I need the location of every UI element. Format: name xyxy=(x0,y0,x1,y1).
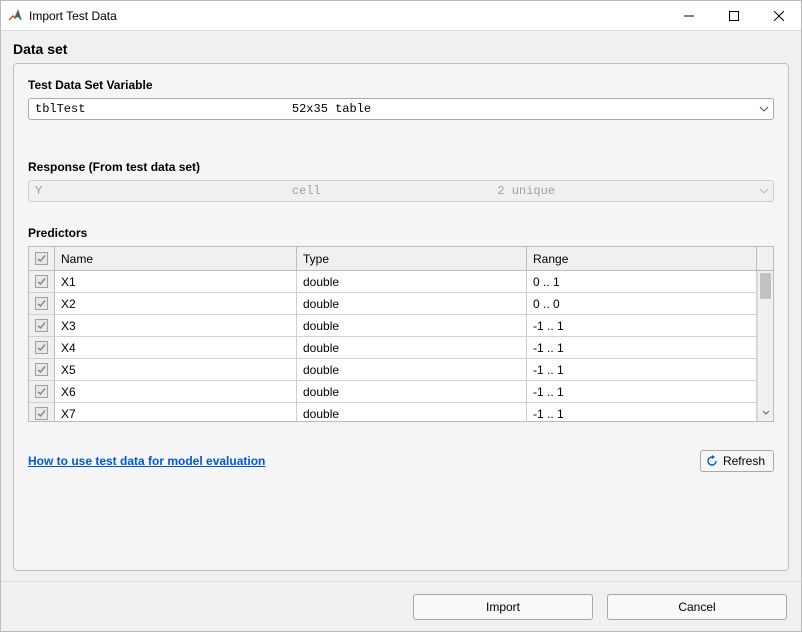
label-predictors: Predictors xyxy=(28,226,774,240)
maximize-button[interactable] xyxy=(711,1,756,31)
variable-name: tblTest xyxy=(35,102,292,116)
row-type: double xyxy=(297,271,527,292)
variable-dims: 52x35 table xyxy=(292,102,498,116)
predictors-table: Name Type Range X1double0 .. 1X2double0 … xyxy=(28,246,774,422)
row-name: X4 xyxy=(55,337,297,358)
row-checkbox[interactable] xyxy=(35,385,48,398)
window-title: Import Test Data xyxy=(29,9,117,23)
section-title: Data set xyxy=(13,41,789,57)
table-row[interactable]: X6double-1 .. 1 xyxy=(29,381,757,403)
row-name: X5 xyxy=(55,359,297,380)
table-row[interactable]: X4double-1 .. 1 xyxy=(29,337,757,359)
help-link[interactable]: How to use test data for model evaluatio… xyxy=(28,454,265,468)
table-row[interactable]: X7double-1 .. 1 xyxy=(29,403,757,421)
row-name: X1 xyxy=(55,271,297,292)
panel-footer: How to use test data for model evaluatio… xyxy=(28,450,774,472)
refresh-label: Refresh xyxy=(723,454,765,468)
table-row[interactable]: X3double-1 .. 1 xyxy=(29,315,757,337)
content-area: Data set Test Data Set Variable tblTest … xyxy=(1,31,801,581)
row-name: X3 xyxy=(55,315,297,336)
header-scroll-spacer xyxy=(757,247,773,270)
row-checkbox-cell[interactable] xyxy=(29,337,55,358)
refresh-button[interactable]: Refresh xyxy=(700,450,774,472)
table-body: X1double0 .. 1X2double0 .. 0X3double-1 .… xyxy=(29,271,773,421)
row-range: -1 .. 1 xyxy=(527,337,757,358)
header-checkbox-col[interactable] xyxy=(29,247,55,270)
bottom-bar: Import Cancel xyxy=(1,581,801,631)
titlebar: Import Test Data xyxy=(1,1,801,31)
import-test-data-window: Import Test Data Data set Test Data Set … xyxy=(0,0,802,632)
matlab-icon xyxy=(7,8,23,24)
row-name: X2 xyxy=(55,293,297,314)
row-name: X7 xyxy=(55,403,297,421)
row-range: -1 .. 1 xyxy=(527,359,757,380)
row-range: 0 .. 1 xyxy=(527,271,757,292)
header-range[interactable]: Range xyxy=(527,247,757,270)
row-checkbox-cell[interactable] xyxy=(29,315,55,336)
row-name: X6 xyxy=(55,381,297,402)
table-header: Name Type Range xyxy=(29,247,773,271)
row-type: double xyxy=(297,381,527,402)
chevron-down-icon xyxy=(759,102,769,116)
label-test-data-set-variable: Test Data Set Variable xyxy=(28,78,774,92)
row-checkbox[interactable] xyxy=(35,341,48,354)
table-row[interactable]: X2double0 .. 0 xyxy=(29,293,757,315)
response-name: Y xyxy=(35,184,292,198)
row-checkbox-cell[interactable] xyxy=(29,359,55,380)
row-range: -1 .. 1 xyxy=(527,381,757,402)
row-checkbox-cell[interactable] xyxy=(29,403,55,421)
header-type[interactable]: Type xyxy=(297,247,527,270)
label-response: Response (From test data set) xyxy=(28,160,774,174)
row-checkbox[interactable] xyxy=(35,407,48,420)
row-range: -1 .. 1 xyxy=(527,403,757,421)
scrollbar-arrow-down-icon[interactable] xyxy=(758,405,773,419)
close-button[interactable] xyxy=(756,1,801,31)
header-checkbox[interactable] xyxy=(35,252,48,265)
row-checkbox[interactable] xyxy=(35,275,48,288)
data-set-panel: Test Data Set Variable tblTest 52x35 tab… xyxy=(13,63,789,571)
row-checkbox[interactable] xyxy=(35,319,48,332)
response-unique: 2 unique xyxy=(497,184,769,198)
cancel-button[interactable]: Cancel xyxy=(607,594,787,620)
row-checkbox-cell[interactable] xyxy=(29,381,55,402)
response-type: cell xyxy=(292,184,498,198)
row-checkbox[interactable] xyxy=(35,363,48,376)
minimize-button[interactable] xyxy=(666,1,711,31)
table-row[interactable]: X5double-1 .. 1 xyxy=(29,359,757,381)
row-checkbox[interactable] xyxy=(35,297,48,310)
response-dropdown: Y cell 2 unique xyxy=(28,180,774,202)
scrollbar-thumb[interactable] xyxy=(760,273,771,299)
row-checkbox-cell[interactable] xyxy=(29,271,55,292)
import-button[interactable]: Import xyxy=(413,594,593,620)
row-type: double xyxy=(297,337,527,358)
row-type: double xyxy=(297,315,527,336)
row-range: -1 .. 1 xyxy=(527,315,757,336)
header-name[interactable]: Name xyxy=(55,247,297,270)
row-type: double xyxy=(297,293,527,314)
row-type: double xyxy=(297,359,527,380)
row-type: double xyxy=(297,403,527,421)
table-row[interactable]: X1double0 .. 1 xyxy=(29,271,757,293)
vertical-scrollbar[interactable] xyxy=(757,271,773,421)
variable-dropdown[interactable]: tblTest 52x35 table xyxy=(28,98,774,120)
row-checkbox-cell[interactable] xyxy=(29,293,55,314)
refresh-icon xyxy=(705,454,719,468)
row-range: 0 .. 0 xyxy=(527,293,757,314)
